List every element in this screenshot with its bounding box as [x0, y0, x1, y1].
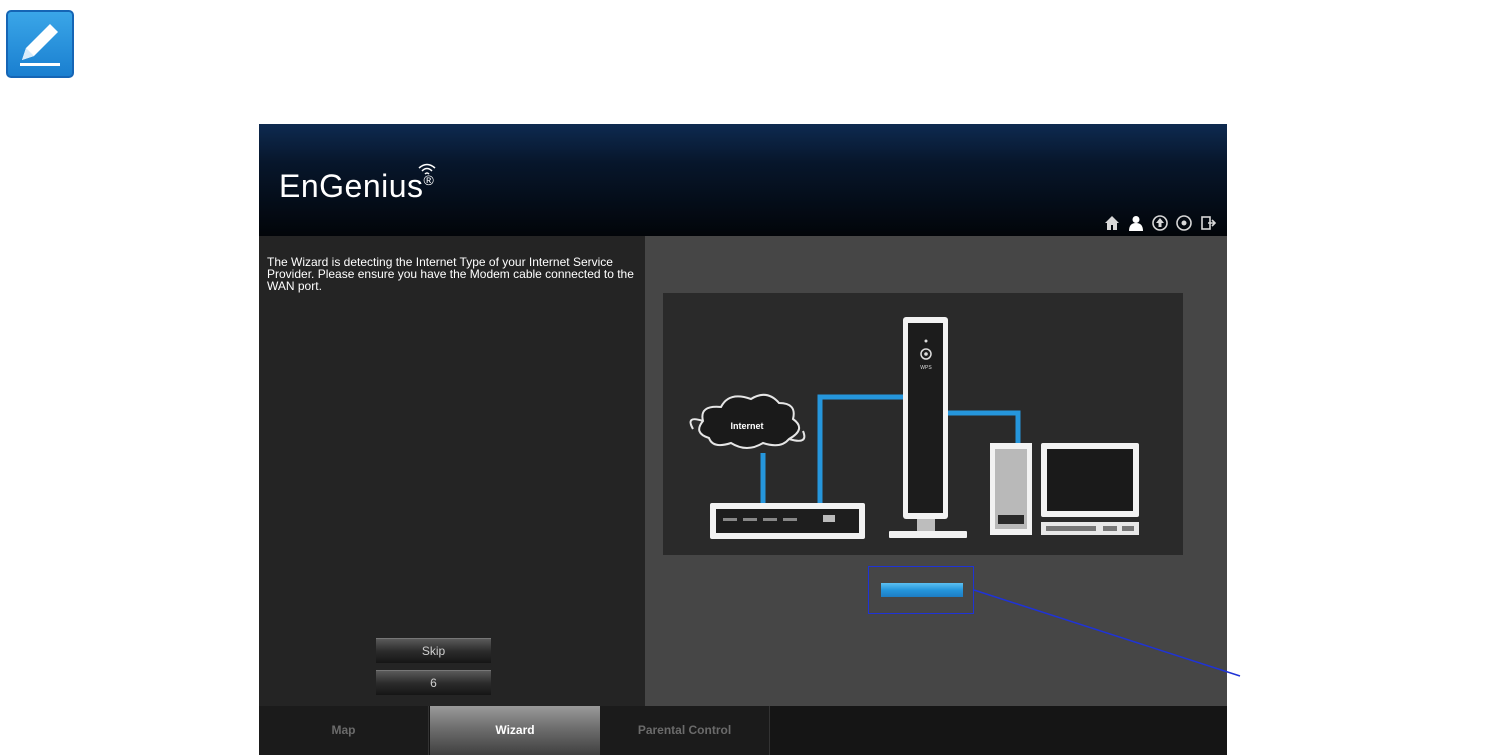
callout-line: [973, 589, 1241, 677]
